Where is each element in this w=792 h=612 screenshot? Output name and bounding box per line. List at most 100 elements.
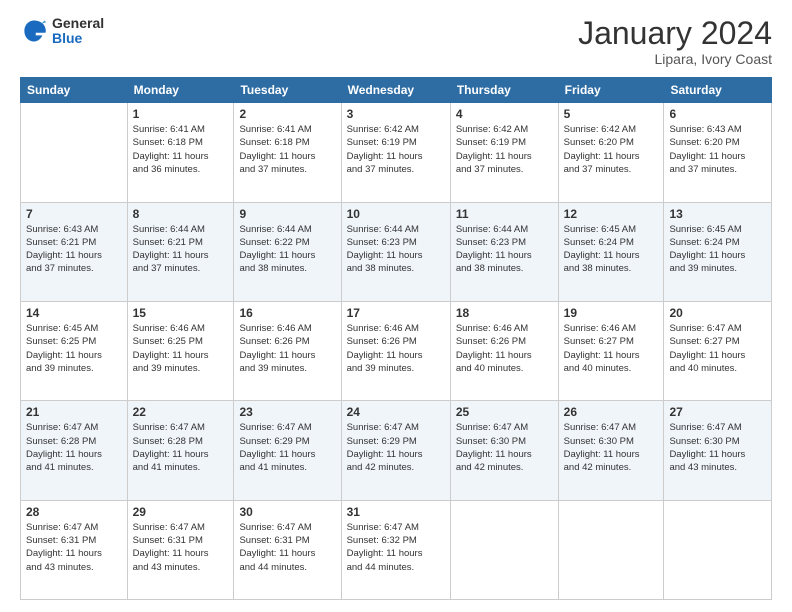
day-info: Sunrise: 6:42 AM Sunset: 6:20 PM Dayligh… bbox=[564, 123, 659, 176]
day-info: Sunrise: 6:46 AM Sunset: 6:26 PM Dayligh… bbox=[456, 322, 553, 375]
day-number: 6 bbox=[669, 107, 766, 121]
week-row-2: 7 Sunrise: 6:43 AM Sunset: 6:21 PM Daylig… bbox=[21, 202, 772, 301]
calendar-subtitle: Lipara, Ivory Coast bbox=[578, 51, 772, 67]
calendar-cell: 7 Sunrise: 6:43 AM Sunset: 6:21 PM Daylig… bbox=[21, 202, 128, 301]
week-row-4: 21 Sunrise: 6:47 AM Sunset: 6:28 PM Dayli… bbox=[21, 401, 772, 500]
week-row-5: 28Sunrise: 6:47 AM Sunset: 6:31 PM Dayli… bbox=[21, 500, 772, 599]
day-info: Sunrise: 6:46 AM Sunset: 6:27 PM Dayligh… bbox=[564, 322, 659, 375]
day-info: Sunrise: 6:41 AM Sunset: 6:18 PM Dayligh… bbox=[133, 123, 229, 176]
day-number: 13 bbox=[669, 207, 766, 221]
calendar-cell: 31 Sunrise: 6:47 AM Sunset: 6:32 PM Dayli… bbox=[341, 500, 450, 599]
weekday-tuesday: Tuesday bbox=[234, 78, 341, 103]
day-number: 22 bbox=[133, 405, 229, 419]
day-info: Sunrise: 6:45 AM Sunset: 6:25 PM Dayligh… bbox=[26, 322, 122, 375]
week-row-1: 1 Sunrise: 6:41 AM Sunset: 6:18 PM Daylig… bbox=[21, 103, 772, 202]
logo-blue: Blue bbox=[52, 31, 104, 46]
calendar-cell: 30 Sunrise: 6:47 AM Sunset: 6:31 PM Dayli… bbox=[234, 500, 341, 599]
calendar-cell: 24 Sunrise: 6:47 AM Sunset: 6:29 PM Dayli… bbox=[341, 401, 450, 500]
calendar-cell: 28Sunrise: 6:47 AM Sunset: 6:31 PM Dayli… bbox=[21, 500, 128, 599]
logo: General Blue bbox=[20, 16, 104, 47]
day-number: 26 bbox=[564, 405, 659, 419]
day-number: 1 bbox=[133, 107, 229, 121]
day-number: 19 bbox=[564, 306, 659, 320]
weekday-header-row: SundayMondayTuesdayWednesdayThursdayFrid… bbox=[21, 78, 772, 103]
calendar-cell: 26 Sunrise: 6:47 AM Sunset: 6:30 PM Dayli… bbox=[558, 401, 664, 500]
day-number: 17 bbox=[347, 306, 445, 320]
day-info: Sunrise: 6:44 AM Sunset: 6:21 PM Dayligh… bbox=[133, 223, 229, 276]
day-info: Sunrise: 6:41 AM Sunset: 6:18 PM Dayligh… bbox=[239, 123, 335, 176]
day-info: Sunrise: 6:46 AM Sunset: 6:26 PM Dayligh… bbox=[347, 322, 445, 375]
day-info: Sunrise: 6:47 AM Sunset: 6:31 PM Dayligh… bbox=[26, 521, 122, 574]
calendar-cell bbox=[558, 500, 664, 599]
day-number: 7 bbox=[26, 207, 122, 221]
day-info: Sunrise: 6:44 AM Sunset: 6:23 PM Dayligh… bbox=[456, 223, 553, 276]
day-info: Sunrise: 6:43 AM Sunset: 6:21 PM Dayligh… bbox=[26, 223, 122, 276]
day-info: Sunrise: 6:46 AM Sunset: 6:25 PM Dayligh… bbox=[133, 322, 229, 375]
logo-general: General bbox=[52, 16, 104, 31]
calendar-cell: 5 Sunrise: 6:42 AM Sunset: 6:20 PM Daylig… bbox=[558, 103, 664, 202]
calendar-cell: 21 Sunrise: 6:47 AM Sunset: 6:28 PM Dayli… bbox=[21, 401, 128, 500]
weekday-friday: Friday bbox=[558, 78, 664, 103]
calendar-table: SundayMondayTuesdayWednesdayThursdayFrid… bbox=[20, 77, 772, 600]
day-info: Sunrise: 6:47 AM Sunset: 6:29 PM Dayligh… bbox=[239, 421, 335, 474]
calendar-cell bbox=[21, 103, 128, 202]
day-info: Sunrise: 6:45 AM Sunset: 6:24 PM Dayligh… bbox=[669, 223, 766, 276]
calendar-cell: 25 Sunrise: 6:47 AM Sunset: 6:30 PM Dayli… bbox=[450, 401, 558, 500]
calendar-cell: 9 Sunrise: 6:44 AM Sunset: 6:22 PM Daylig… bbox=[234, 202, 341, 301]
calendar-cell: 23Sunrise: 6:47 AM Sunset: 6:29 PM Dayli… bbox=[234, 401, 341, 500]
calendar-cell: 3Sunrise: 6:42 AM Sunset: 6:19 PM Daylig… bbox=[341, 103, 450, 202]
day-info: Sunrise: 6:47 AM Sunset: 6:28 PM Dayligh… bbox=[133, 421, 229, 474]
calendar-cell: 17 Sunrise: 6:46 AM Sunset: 6:26 PM Dayli… bbox=[341, 301, 450, 400]
day-number: 30 bbox=[239, 505, 335, 519]
day-info: Sunrise: 6:47 AM Sunset: 6:29 PM Dayligh… bbox=[347, 421, 445, 474]
day-number: 24 bbox=[347, 405, 445, 419]
day-info: Sunrise: 6:45 AM Sunset: 6:24 PM Dayligh… bbox=[564, 223, 659, 276]
day-info: Sunrise: 6:47 AM Sunset: 6:27 PM Dayligh… bbox=[669, 322, 766, 375]
calendar-cell: 14 Sunrise: 6:45 AM Sunset: 6:25 PM Dayli… bbox=[21, 301, 128, 400]
day-info: Sunrise: 6:47 AM Sunset: 6:30 PM Dayligh… bbox=[669, 421, 766, 474]
day-info: Sunrise: 6:43 AM Sunset: 6:20 PM Dayligh… bbox=[669, 123, 766, 176]
day-number: 31 bbox=[347, 505, 445, 519]
weekday-saturday: Saturday bbox=[664, 78, 772, 103]
calendar-cell: 27Sunrise: 6:47 AM Sunset: 6:30 PM Dayli… bbox=[664, 401, 772, 500]
week-row-3: 14 Sunrise: 6:45 AM Sunset: 6:25 PM Dayli… bbox=[21, 301, 772, 400]
page: General Blue January 2024 Lipara, Ivory … bbox=[0, 0, 792, 612]
day-number: 14 bbox=[26, 306, 122, 320]
day-number: 16 bbox=[239, 306, 335, 320]
day-number: 25 bbox=[456, 405, 553, 419]
calendar-cell: 12 Sunrise: 6:45 AM Sunset: 6:24 PM Dayli… bbox=[558, 202, 664, 301]
logo-text: General Blue bbox=[52, 16, 104, 47]
calendar-cell: 22 Sunrise: 6:47 AM Sunset: 6:28 PM Dayli… bbox=[127, 401, 234, 500]
weekday-thursday: Thursday bbox=[450, 78, 558, 103]
day-number: 5 bbox=[564, 107, 659, 121]
day-info: Sunrise: 6:46 AM Sunset: 6:26 PM Dayligh… bbox=[239, 322, 335, 375]
calendar-cell: 4 Sunrise: 6:42 AM Sunset: 6:19 PM Daylig… bbox=[450, 103, 558, 202]
calendar-cell: 11Sunrise: 6:44 AM Sunset: 6:23 PM Dayli… bbox=[450, 202, 558, 301]
day-number: 29 bbox=[133, 505, 229, 519]
day-info: Sunrise: 6:47 AM Sunset: 6:28 PM Dayligh… bbox=[26, 421, 122, 474]
day-info: Sunrise: 6:42 AM Sunset: 6:19 PM Dayligh… bbox=[347, 123, 445, 176]
day-number: 4 bbox=[456, 107, 553, 121]
calendar-cell: 8 Sunrise: 6:44 AM Sunset: 6:21 PM Daylig… bbox=[127, 202, 234, 301]
weekday-sunday: Sunday bbox=[21, 78, 128, 103]
day-info: Sunrise: 6:47 AM Sunset: 6:32 PM Dayligh… bbox=[347, 521, 445, 574]
calendar-cell: 29 Sunrise: 6:47 AM Sunset: 6:31 PM Dayli… bbox=[127, 500, 234, 599]
calendar-cell bbox=[450, 500, 558, 599]
calendar-cell: 13 Sunrise: 6:45 AM Sunset: 6:24 PM Dayli… bbox=[664, 202, 772, 301]
day-info: Sunrise: 6:44 AM Sunset: 6:23 PM Dayligh… bbox=[347, 223, 445, 276]
day-info: Sunrise: 6:47 AM Sunset: 6:30 PM Dayligh… bbox=[564, 421, 659, 474]
day-info: Sunrise: 6:42 AM Sunset: 6:19 PM Dayligh… bbox=[456, 123, 553, 176]
day-number: 21 bbox=[26, 405, 122, 419]
day-info: Sunrise: 6:47 AM Sunset: 6:31 PM Dayligh… bbox=[239, 521, 335, 574]
day-info: Sunrise: 6:47 AM Sunset: 6:30 PM Dayligh… bbox=[456, 421, 553, 474]
day-info: Sunrise: 6:44 AM Sunset: 6:22 PM Dayligh… bbox=[239, 223, 335, 276]
weekday-monday: Monday bbox=[127, 78, 234, 103]
day-number: 8 bbox=[133, 207, 229, 221]
calendar-cell: 19 Sunrise: 6:46 AM Sunset: 6:27 PM Dayli… bbox=[558, 301, 664, 400]
day-number: 10 bbox=[347, 207, 445, 221]
title-block: January 2024 Lipara, Ivory Coast bbox=[578, 16, 772, 67]
day-number: 12 bbox=[564, 207, 659, 221]
day-info: Sunrise: 6:47 AM Sunset: 6:31 PM Dayligh… bbox=[133, 521, 229, 574]
calendar-cell: 20Sunrise: 6:47 AM Sunset: 6:27 PM Dayli… bbox=[664, 301, 772, 400]
day-number: 9 bbox=[239, 207, 335, 221]
